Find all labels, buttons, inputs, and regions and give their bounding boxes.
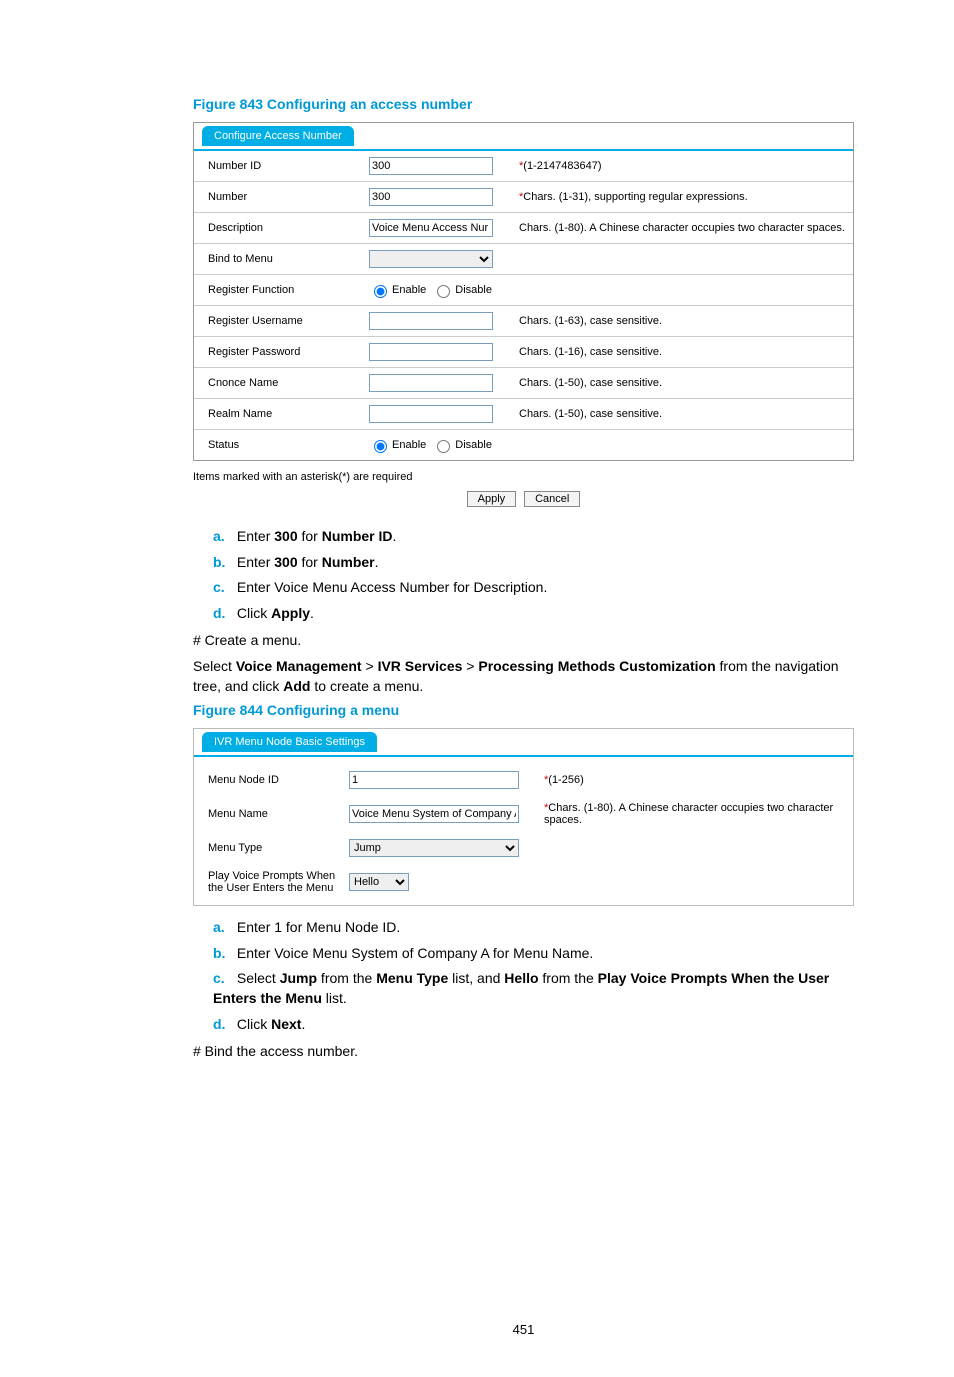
navigation-instruction: Select Voice Management > IVR Services >… <box>193 657 854 696</box>
label-bind-to-menu: Bind to Menu <box>194 253 369 265</box>
configure-access-number-panel: Configure Access Number Number ID *(1-21… <box>193 122 854 461</box>
input-number-id[interactable] <box>369 157 493 175</box>
tab-configure-access-number[interactable]: Configure Access Number <box>202 126 354 146</box>
hint-register-password: Chars. (1-16), case sensitive. <box>509 346 853 358</box>
hint-number-id: *(1-2147483647) <box>509 160 853 172</box>
steps-844: a. Enter 1 for Menu Node ID. b. Enter Vo… <box>213 918 854 1034</box>
label-register-username: Register Username <box>194 315 369 327</box>
figure-843-caption: Figure 843 Configuring an access number <box>193 96 854 112</box>
ivr-menu-node-panel: IVR Menu Node Basic Settings Menu Node I… <box>193 728 854 906</box>
tab-row-844: IVR Menu Node Basic Settings <box>194 729 853 757</box>
hint-cnonce-name: Chars. (1-50), case sensitive. <box>509 377 853 389</box>
label-menu-node-id: Menu Node ID <box>194 774 349 786</box>
input-menu-node-id[interactable] <box>349 771 519 789</box>
step-844-b: b. Enter Voice Menu System of Company A … <box>213 944 854 964</box>
step-844-c: c. Select Jump from the Menu Type list, … <box>213 969 854 1008</box>
radio-disable-1[interactable] <box>437 285 450 298</box>
step-844-d: d. Click Next. <box>213 1015 854 1035</box>
radio-status-disable[interactable]: Disable <box>432 437 492 453</box>
label-play-voice-prompts: Play Voice Prompts When the User Enters … <box>194 870 349 894</box>
label-register-function: Register Function <box>194 284 369 296</box>
radio-enable-2[interactable] <box>374 440 387 453</box>
step-843-c: c. Enter Voice Menu Access Number for De… <box>213 578 854 598</box>
step-844-a: a. Enter 1 for Menu Node ID. <box>213 918 854 938</box>
create-menu-line: # Create a menu. <box>193 631 854 651</box>
select-bind-to-menu[interactable] <box>369 250 493 268</box>
input-description[interactable] <box>369 219 493 237</box>
radio-status-enable[interactable]: Enable <box>369 437 426 453</box>
radio-enable-1[interactable] <box>374 285 387 298</box>
input-realm-name[interactable] <box>369 405 493 423</box>
select-play-voice-prompts[interactable]: Hello <box>349 873 409 891</box>
hint-menu-name: *Chars. (1-80). A Chinese character occu… <box>534 802 853 826</box>
step-843-a: a. Enter 300 for Number ID. <box>213 527 854 547</box>
select-menu-type[interactable]: Jump <box>349 839 519 857</box>
tab-row: Configure Access Number <box>194 123 853 151</box>
input-menu-name[interactable] <box>349 805 519 823</box>
tab-ivr-menu-node[interactable]: IVR Menu Node Basic Settings <box>202 732 377 752</box>
hint-menu-node-id: *(1-256) <box>534 774 853 786</box>
figure-844-caption: Figure 844 Configuring a menu <box>193 702 854 718</box>
required-footnote: Items marked with an asterisk(*) are req… <box>193 471 854 483</box>
label-realm-name: Realm Name <box>194 408 369 420</box>
label-cnonce-name: Cnonce Name <box>194 377 369 389</box>
label-menu-type: Menu Type <box>194 842 349 854</box>
label-menu-name: Menu Name <box>194 808 349 820</box>
step-843-b: b. Enter 300 for Number. <box>213 553 854 573</box>
hint-number: *Chars. (1-31), supporting regular expre… <box>509 191 853 203</box>
input-register-username[interactable] <box>369 312 493 330</box>
page-number: 451 <box>193 1322 854 1337</box>
radio-register-function-disable[interactable]: Disable <box>432 282 492 298</box>
label-description: Description <box>194 222 369 234</box>
input-number[interactable] <box>369 188 493 206</box>
label-status: Status <box>194 439 369 451</box>
radio-register-function-enable[interactable]: Enable <box>369 282 426 298</box>
input-cnonce-name[interactable] <box>369 374 493 392</box>
label-register-password: Register Password <box>194 346 369 358</box>
label-number-id: Number ID <box>194 160 369 172</box>
label-number: Number <box>194 191 369 203</box>
step-843-d: d. Click Apply. <box>213 604 854 624</box>
hint-description: Chars. (1-80). A Chinese character occup… <box>509 222 853 234</box>
steps-843: a. Enter 300 for Number ID. b. Enter 300… <box>213 527 854 623</box>
input-register-password[interactable] <box>369 343 493 361</box>
hint-register-username: Chars. (1-63), case sensitive. <box>509 315 853 327</box>
hint-realm-name: Chars. (1-50), case sensitive. <box>509 408 853 420</box>
apply-button[interactable]: Apply <box>467 491 517 507</box>
bind-access-number-line: # Bind the access number. <box>193 1042 854 1062</box>
cancel-button[interactable]: Cancel <box>524 491 580 507</box>
radio-disable-2[interactable] <box>437 440 450 453</box>
